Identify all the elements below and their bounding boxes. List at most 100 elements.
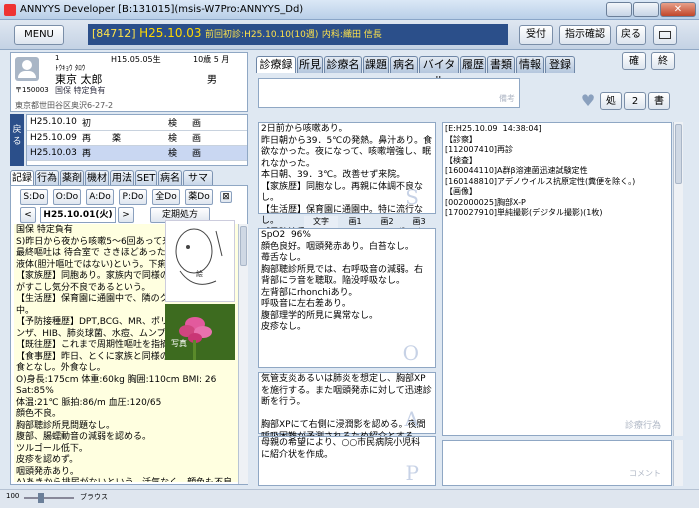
sex: 男 <box>207 75 217 86</box>
face-sketch-icon <box>175 228 223 285</box>
tab-documents[interactable]: 書類 <box>487 56 515 73</box>
maximize-button[interactable] <box>633 2 659 17</box>
visit-type: 再 <box>79 145 109 161</box>
treatment-label: 診療行為 <box>624 421 661 431</box>
insurance: 国保 特定負有 <box>55 86 106 95</box>
close-button[interactable]: ✕ <box>660 2 696 17</box>
tab-actions[interactable]: 行為 <box>35 170 59 185</box>
o-tab-image1[interactable]: 画1 <box>340 216 370 228</box>
soap-p-panel[interactable]: 母親の希望により、○○市民病院小児科 に紹介状を作成。 P <box>258 436 436 486</box>
o-tab-text[interactable]: 文字 <box>304 216 338 228</box>
visit-list: H25.10.10 初検画 H25.10.09 再薬検画 H25.10.03 再検画 <box>26 114 248 166</box>
s-do-button[interactable]: S:Do <box>20 189 48 205</box>
title-bar: ANNYYS Developer [B:131015](msis-W7Pro:A… <box>0 0 699 20</box>
window-mode-icon[interactable] <box>653 25 677 45</box>
orders-text: [E:H25.10.09 14:38:04] 【診察】 [112007410]再… <box>445 124 636 217</box>
o-tab-image2[interactable]: 画2 <box>372 216 402 228</box>
tab-disease[interactable]: 病名 <box>158 170 182 185</box>
tab-disease-name[interactable]: 病名 <box>390 56 418 73</box>
tab-diag-name[interactable]: 診療名 <box>324 56 362 73</box>
tab-summary[interactable]: サマリ <box>183 170 213 199</box>
o-do-button[interactable]: O:Do <box>53 189 81 205</box>
orders-scrollbar[interactable] <box>673 122 683 436</box>
instruction-confirm-button[interactable]: 指示確認 <box>559 25 611 45</box>
record-scrollbar[interactable] <box>238 224 248 484</box>
rx-button[interactable]: 処 <box>600 92 622 110</box>
visit-image: 画 <box>189 130 247 146</box>
patient-header: [84712] H25.10.03 前回初診:H25.10.10(10週) 内科… <box>88 24 508 45</box>
zoom-level: 100 <box>6 492 20 500</box>
doc-count-button[interactable]: 2 <box>624 92 646 110</box>
soap-s-panel[interactable]: 2日前から咳嗽あり。 昨日朝から39．5℃の発熱。鼻汁あり。食 欲なかった。夜に… <box>258 122 436 238</box>
tab-info[interactable]: 情報 <box>516 56 544 73</box>
memo-field[interactable]: 備考 <box>258 78 520 108</box>
heart-icon[interactable]: ♥ <box>578 92 598 110</box>
visit-row-selected[interactable]: H25.10.03 再 検画 <box>27 145 247 161</box>
menu-button[interactable]: MENU <box>14 25 64 45</box>
tab-vitals[interactable]: バイタル <box>419 56 459 87</box>
visit-date: H25.10.10 <box>27 115 79 131</box>
soap-a-panel[interactable]: 気管支炎あるいは肺炎を想定し、胸部XP を施行する。また咽頭発赤に対して迅速診 … <box>258 372 436 442</box>
tab-medical-record[interactable]: 診療録 <box>256 56 296 73</box>
tab-usage[interactable]: 用法 <box>110 170 134 185</box>
visit-rx: 薬 <box>109 130 165 146</box>
current-date: H25.10.03 <box>139 26 202 40</box>
avatar <box>15 57 39 81</box>
drawing-thumbnail[interactable]: 絵 <box>165 220 235 302</box>
comment-scrollbar[interactable] <box>673 440 683 486</box>
p-do-button[interactable]: P:Do <box>119 189 147 205</box>
date-field[interactable]: H25.10.01(火) <box>40 207 116 223</box>
return-tab[interactable]: 戻る <box>10 114 24 166</box>
next-date-button[interactable]: > <box>118 207 134 223</box>
tab-record[interactable]: 記録 <box>10 170 34 185</box>
visit-row[interactable]: H25.10.10 初 検画 <box>27 115 247 131</box>
visit-image: 画 <box>189 115 247 131</box>
visit-test: 検 <box>165 145 189 161</box>
zip-code: 〒150003 <box>15 86 49 94</box>
a-watermark: A <box>404 407 419 431</box>
font-name: ブラウス <box>80 493 108 501</box>
plan-text: 母親の希望により、○○市民病院小児科 に紹介状を作成。 <box>261 438 421 460</box>
zoom-slider[interactable] <box>24 493 74 503</box>
visit-date: H25.10.03 <box>27 145 79 161</box>
visit-type: 再 <box>79 130 109 146</box>
a-do-button[interactable]: A:Do <box>86 189 114 205</box>
photo-thumbnail[interactable]: 写真 <box>165 304 235 360</box>
visit-row[interactable]: H25.10.09 再薬検画 <box>27 130 247 146</box>
tab-issues[interactable]: 課題 <box>363 56 389 73</box>
end-button[interactable]: 終 <box>651 52 675 70</box>
tab-findings[interactable]: 所見 <box>297 56 323 73</box>
visit-date: H25.10.09 <box>27 130 79 146</box>
o-tab-image3[interactable]: 画3 <box>404 216 434 228</box>
clear-icon[interactable]: ⊠ <box>220 191 232 203</box>
tab-history[interactable]: 履歴 <box>460 56 486 73</box>
prev-date-button[interactable]: < <box>20 207 36 223</box>
patient-id: [84712] <box>92 27 136 40</box>
visit-type: 初 <box>79 115 109 131</box>
tab-register[interactable]: 登録 <box>545 56 575 73</box>
minimize-button[interactable] <box>606 2 632 17</box>
tab-materials[interactable]: 機材 <box>85 170 109 185</box>
address: 東京都世田谷区奥沢6-27-2 <box>15 101 114 110</box>
tab-set[interactable]: SET <box>135 170 157 185</box>
drawing-label: 絵 <box>196 270 203 278</box>
objective-text: SpO2 96% 顔色良好。咽頭発赤あり。白苔なし。 苺舌なし。 胸部聴診所見で… <box>261 230 424 332</box>
patient-card: 1 ﾄｳｷｮｳ ﾀﾛｳ 東京 太郎 H15.05.05生 10歳 5 月 男 〒… <box>10 52 248 112</box>
visit-image: 画 <box>189 145 247 161</box>
reception-button[interactable]: 受付 <box>519 25 553 45</box>
tab-drugs[interactable]: 薬剤 <box>60 170 84 185</box>
memo-label: 備考 <box>499 94 515 103</box>
book-button[interactable]: 書 <box>648 92 670 110</box>
drug-do-button[interactable]: 薬Do <box>185 189 213 205</box>
soap-o-panel[interactable]: SpO2 96% 顔色良好。咽頭発赤あり。白苔なし。 苺舌なし。 胸部聴診所見で… <box>258 228 436 368</box>
all-do-button[interactable]: 全Do <box>152 189 180 205</box>
previous-visit: 前回初診:H25.10.10(10週) <box>205 30 319 40</box>
visit-rx <box>109 145 165 161</box>
visit-test: 検 <box>165 130 189 146</box>
orders-panel[interactable]: [E:H25.10.09 14:38:04] 【診察】 [112007410]再… <box>442 122 672 436</box>
comment-panel[interactable]: コメント <box>442 440 672 486</box>
confirm-button[interactable]: 確 <box>622 52 646 70</box>
department-doctor: 内科:織田 信長 <box>321 30 382 40</box>
photo-label: 写真 <box>171 339 187 348</box>
back-button[interactable]: 戻る <box>616 25 646 45</box>
